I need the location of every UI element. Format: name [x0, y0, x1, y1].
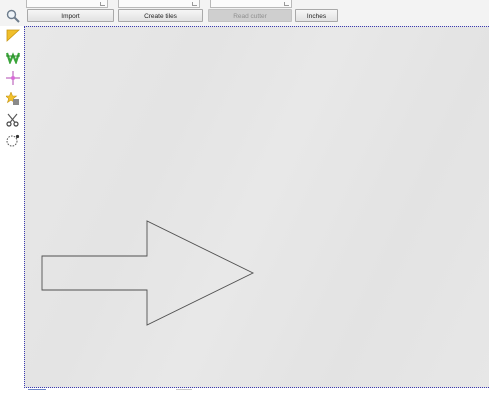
zoom-tool[interactable]	[6, 9, 20, 23]
import-button[interactable]: Import	[27, 9, 114, 22]
cut-tool[interactable]	[6, 113, 20, 127]
magnifier-icon	[6, 9, 20, 23]
crosshair-node-icon	[6, 71, 20, 85]
horizontal-scrollbar[interactable]	[24, 388, 489, 393]
scroll-marker	[28, 389, 46, 390]
design-canvas[interactable]	[24, 26, 489, 388]
node-tool[interactable]	[6, 71, 20, 85]
yellow-pointer-icon	[6, 29, 20, 42]
arrow-shape[interactable]	[25, 27, 489, 389]
units-button[interactable]: Inches	[295, 9, 338, 22]
star-tool[interactable]	[6, 92, 20, 106]
weed-tool[interactable]	[6, 50, 20, 64]
lasso-icon	[6, 134, 20, 147]
dropdown-3[interactable]	[210, 0, 292, 8]
scissors-icon	[6, 113, 19, 127]
scroll-thumb[interactable]	[176, 389, 192, 390]
chevron-down-icon	[192, 2, 197, 6]
lasso-tool[interactable]	[6, 134, 20, 148]
dropdown-2[interactable]	[118, 0, 200, 8]
green-w-icon	[6, 52, 20, 64]
star-shape-icon	[6, 92, 19, 105]
read-cutter-button[interactable]: Read cutter	[208, 9, 292, 22]
chevron-down-icon	[100, 2, 105, 6]
create-tiles-button[interactable]: Create tiles	[118, 9, 203, 22]
pointer-tool[interactable]	[6, 29, 20, 43]
top-toolbar: Import Create tiles Read cutter Inches	[0, 0, 489, 26]
chevron-down-icon	[284, 2, 289, 6]
dropdown-1[interactable]	[26, 0, 108, 8]
